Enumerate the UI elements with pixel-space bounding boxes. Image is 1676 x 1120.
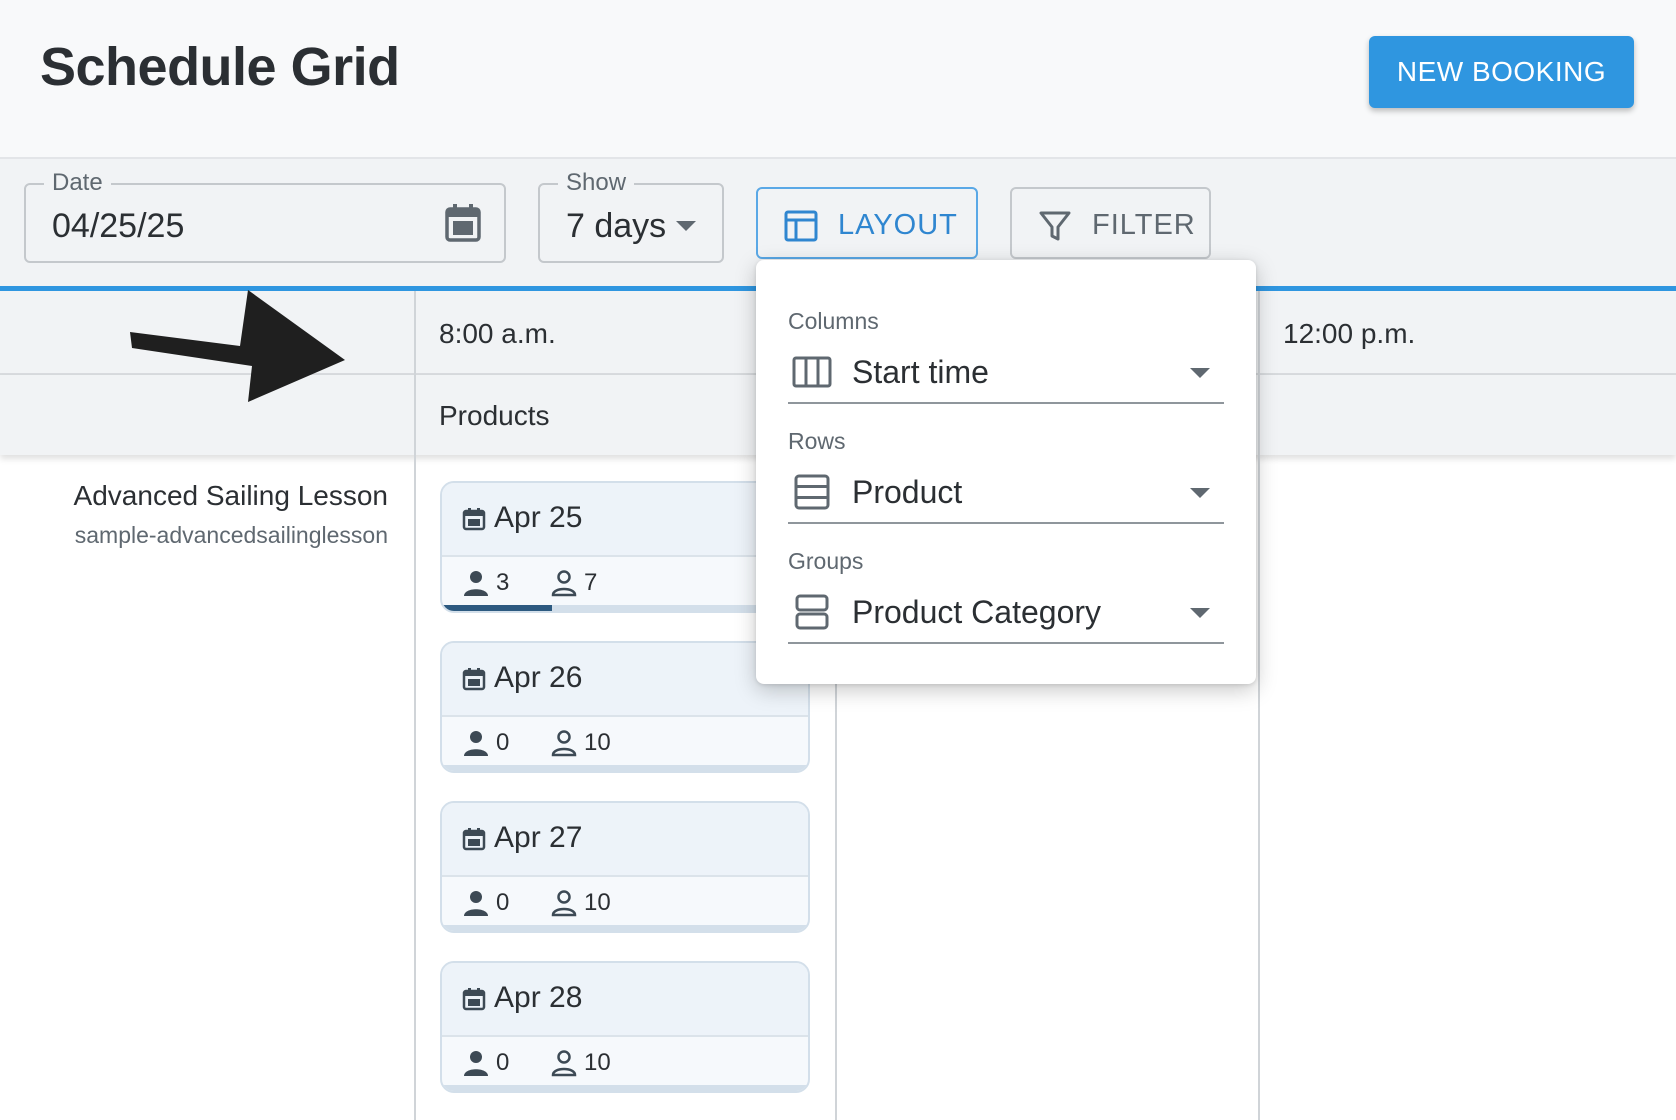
slot-date: Apr 26 [494,661,583,694]
slot-header: Apr 26 [442,643,808,717]
slot-counts: 0 10 [442,1037,808,1087]
group-header: Products [439,400,550,431]
view-rows-icon [794,474,830,510]
page-title: Schedule Grid [40,37,400,97]
filter-label: FILTER [1092,209,1196,241]
slot-card[interactable]: Apr 26 0 10 [440,641,810,773]
capacity-bar [442,1085,808,1091]
rows-value: Product [852,474,963,510]
slot-header: Apr 25 [442,483,808,557]
slot-card[interactable]: Apr 28 0 10 [440,961,810,1093]
slot-date: Apr 25 [494,501,583,534]
groups-select[interactable]: Product Category [788,582,1224,644]
calendar-icon [462,668,486,691]
columns-setting: Columns Start time [788,308,1224,418]
booked-person-icon [464,1051,488,1076]
view-column-icon [792,356,832,388]
groups-label: Groups [788,548,864,574]
slot-card[interactable]: Apr 27 0 10 [440,801,810,933]
slot-counts: 0 10 [442,877,808,927]
booked-person-icon [464,571,488,596]
chevron-down-icon [1190,608,1210,618]
time-column-header: 8:00 a.m. [439,318,556,349]
view-agenda-icon [795,594,829,630]
table-layout-icon [784,210,818,242]
rows-setting: Rows Product [788,428,1224,538]
booked-count: 0 [496,889,510,916]
show-label: Show [558,169,635,197]
booked-count: 3 [496,569,510,596]
booked-person-icon [464,891,488,916]
column-divider [414,291,416,455]
available-person-icon [551,570,577,597]
calendar-icon [462,988,486,1011]
capacity-bar [442,765,808,771]
slot-counts: 0 10 [442,717,808,767]
date-label: Date [44,169,111,197]
product-sku: sample-advancedsailinglesson [74,522,388,548]
filter-icon [1039,211,1071,241]
show-select[interactable]: Show 7 days [538,169,724,263]
available-count: 7 [584,569,598,596]
booked-count: 0 [496,729,510,756]
capacity-bar [442,925,808,931]
rows-label: Rows [788,428,846,454]
columns-select[interactable]: Start time [788,342,1224,404]
chevron-down-icon [1190,488,1210,498]
slot-card[interactable]: Apr 25 3 7 [440,481,810,613]
chevron-down-icon [676,221,696,231]
booked-count: 0 [496,1049,510,1076]
layout-label: LAYOUT [838,209,958,241]
groups-setting: Groups Product Category [788,548,1224,658]
page-header: Schedule Grid NEW BOOKING [0,0,1676,159]
new-booking-button[interactable]: NEW BOOKING [1369,36,1634,108]
capacity-fill [442,605,552,611]
slot-date: Apr 28 [494,981,583,1014]
slot-counts: 3 7 [442,557,808,607]
slot-header: Apr 28 [442,963,808,1037]
slot-header: Apr 27 [442,803,808,877]
time-column-header: 12:00 p.m. [1283,318,1416,349]
capacity-bar [442,605,808,611]
show-value[interactable]: 7 days [566,207,666,246]
column-divider [1258,291,1260,455]
available-count: 10 [584,1049,611,1076]
groups-value: Product Category [852,594,1102,630]
product-name[interactable]: Advanced Sailing Lesson [74,480,388,512]
filter-button[interactable]: FILTER [1010,187,1211,259]
date-field[interactable]: Date 04/25/25 [24,169,506,263]
available-person-icon [551,730,577,757]
layout-button[interactable]: LAYOUT [756,187,978,259]
calendar-icon [462,508,486,531]
available-count: 10 [584,889,611,916]
column-divider [1258,455,1260,1120]
columns-label: Columns [788,308,879,334]
annotation-arrow-icon [130,290,345,402]
available-person-icon [551,1050,577,1077]
chevron-down-icon [1190,368,1210,378]
rows-select[interactable]: Product [788,462,1224,524]
layout-popover: Columns Start time Rows Product Groups P… [756,260,1256,684]
date-value[interactable]: 04/25/25 [52,207,184,246]
slot-date: Apr 27 [494,821,583,854]
available-person-icon [551,890,577,917]
calendar-icon [462,828,486,851]
column-divider [414,455,416,1120]
available-count: 10 [584,729,611,756]
columns-value: Start time [852,354,989,390]
calendar-icon[interactable] [444,203,482,243]
booked-person-icon [464,731,488,756]
